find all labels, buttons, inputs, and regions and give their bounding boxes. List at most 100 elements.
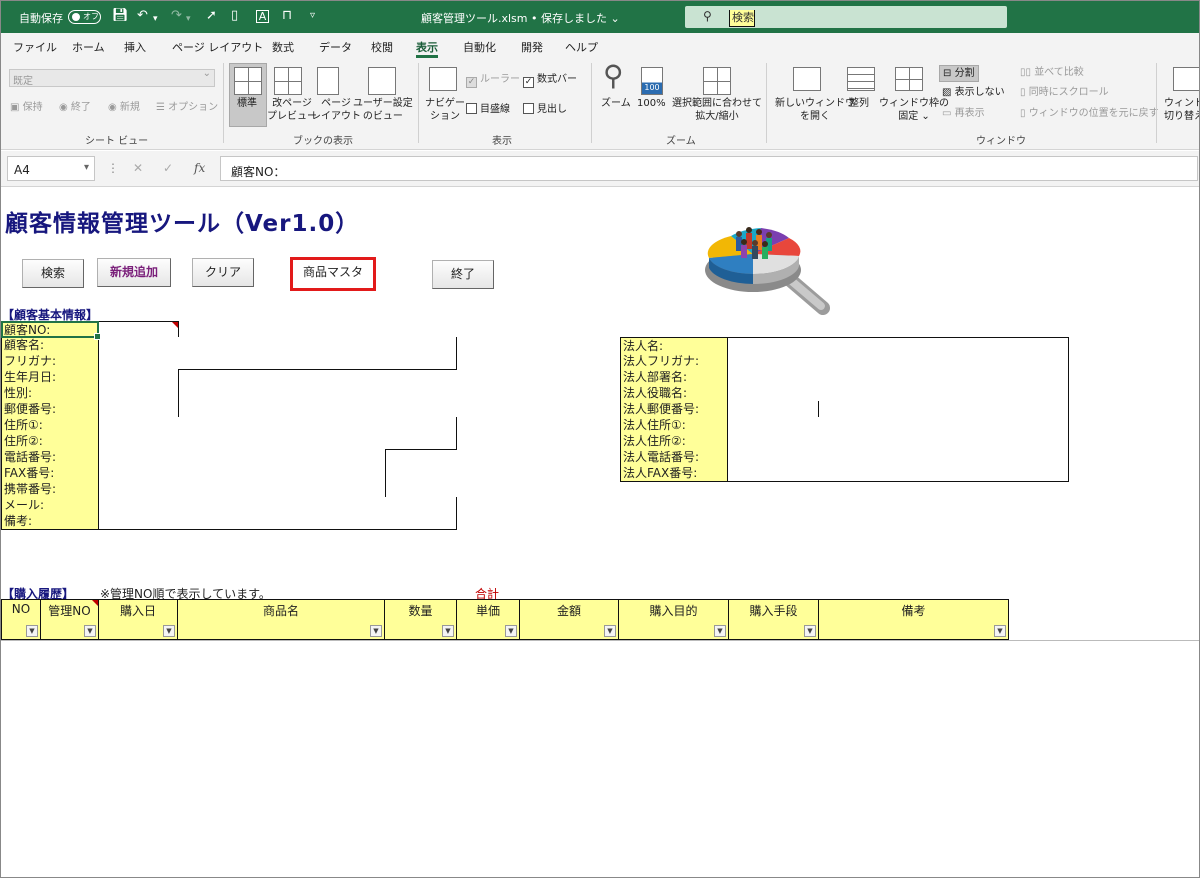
corp-field-input[interactable] <box>728 433 1069 450</box>
filter-dropdown-icon[interactable]: ▼ <box>442 625 454 637</box>
tab-home[interactable]: ホーム <box>72 39 105 55</box>
sheet-view-select[interactable]: 既定 <box>9 68 215 87</box>
arrange-all-button[interactable]: 整列 <box>849 97 869 110</box>
sheet-view-new-button[interactable]: ◉ 新規 <box>108 101 140 114</box>
tab-automate[interactable]: 自動化 <box>463 39 496 55</box>
split-button[interactable]: ⊟ 分割 <box>939 65 979 82</box>
headings-checkbox[interactable]: 見出し <box>523 103 567 116</box>
filter-dropdown-icon[interactable]: ▼ <box>26 625 38 637</box>
basic-field-input[interactable] <box>99 449 386 466</box>
basic-field-input[interactable] <box>99 353 457 370</box>
enter-icon[interactable]: ✓ <box>163 161 173 175</box>
filter-dropdown-icon[interactable]: ▼ <box>994 625 1006 637</box>
save-icon[interactable]: 💾︎ <box>112 8 129 24</box>
filter-dropdown-icon[interactable]: ▼ <box>163 625 175 637</box>
clear-button[interactable]: クリア <box>192 258 254 287</box>
sheet-view-options-button[interactable]: ☰ オプション <box>156 101 218 114</box>
corp-field-input[interactable] <box>728 417 1069 434</box>
gridlines-checkbox[interactable]: 目盛線 <box>466 103 510 116</box>
exit-button[interactable]: 終了 <box>432 260 494 289</box>
corp-field-input[interactable] <box>819 401 1069 418</box>
basic-field-input[interactable] <box>99 481 386 498</box>
custom-views-button[interactable]: ユーザー設定 のビュー <box>353 97 413 123</box>
insert-function-icon[interactable]: fx <box>194 161 205 175</box>
filter-dropdown-icon[interactable]: ▼ <box>505 625 517 637</box>
name-box[interactable]: A4 <box>7 156 95 181</box>
view-side-by-side-button[interactable]: ▯▯ 並べて比較 <box>1020 66 1084 79</box>
zoom-100-button[interactable]: 100% <box>637 97 666 110</box>
corp-field-input[interactable] <box>728 369 1069 386</box>
corp-field-input[interactable] <box>728 449 1069 466</box>
group-label-show: 表示 <box>492 136 512 147</box>
corp-field-input[interactable] <box>728 465 1069 482</box>
corp-field-input[interactable] <box>728 385 1069 402</box>
filter-dropdown-icon[interactable]: ▼ <box>370 625 382 637</box>
tab-file[interactable]: ファイル <box>13 39 57 55</box>
corp-field-label: 法人役職名: <box>620 385 728 402</box>
normal-view-label: 標準 <box>237 98 257 109</box>
tab-page-layout[interactable]: ページ レイアウト <box>172 39 263 55</box>
document-icon[interactable]: ▯ <box>231 8 238 24</box>
basic-field-input[interactable] <box>99 513 457 530</box>
formula-input[interactable]: 顧客NO： <box>220 156 1198 181</box>
corp-field-input[interactable] <box>728 401 819 418</box>
unhide-button[interactable]: ▭ 再表示 <box>942 107 985 120</box>
custom-view-icon <box>368 67 396 95</box>
corp-field-input[interactable] <box>728 353 1069 370</box>
ruler-checkbox[interactable]: ✓ ルーラー <box>466 73 520 88</box>
basic-field-input[interactable] <box>99 385 179 402</box>
filter-dropdown-icon[interactable]: ▼ <box>714 625 726 637</box>
tab-review[interactable]: 校閲 <box>371 39 393 55</box>
tab-insert[interactable]: 挿入 <box>124 39 146 55</box>
filter-dropdown-icon[interactable]: ▼ <box>804 625 816 637</box>
corp-field-input[interactable] <box>728 337 1069 354</box>
basic-field-input[interactable] <box>99 401 179 418</box>
worksheet[interactable]: 顧客情報管理ツール（Ver1.0） 検索 新規追加 クリア 商品マスタ 終了 【… <box>1 188 1199 877</box>
formula-bar-checkbox[interactable]: ✓ 数式バー <box>523 73 577 88</box>
filter-dropdown-icon[interactable]: ▼ <box>604 625 616 637</box>
tab-data[interactable]: データ <box>319 39 352 55</box>
hide-button[interactable]: ▨ 表示しない <box>942 86 1005 99</box>
basic-field-input[interactable] <box>99 369 179 386</box>
add-customer-button[interactable]: 新規追加 <box>97 258 171 287</box>
sync-scroll-icon: ▯ <box>1020 87 1029 98</box>
basic-field-label: 住所①: <box>1 417 99 434</box>
filter-dropdown-icon[interactable]: ▼ <box>84 625 96 637</box>
tab-developer[interactable]: 開発 <box>521 39 543 55</box>
sheet-view-exit-button[interactable]: ◉ 終了 <box>59 101 91 114</box>
freeze-panes-button[interactable]: ウィンドウ枠の 固定 ⌄ <box>879 97 949 123</box>
navigation-button[interactable]: ナビゲー ション <box>425 97 465 123</box>
cursor-icon[interactable]: ➚ <box>206 8 217 24</box>
page-break-preview-button[interactable]: 改ページ プレビュー <box>267 97 317 123</box>
sheet-view-keep-button[interactable]: ▣ 保持 <box>10 101 43 114</box>
search-button[interactable]: 検索 <box>22 259 84 288</box>
redo-icon[interactable]: ↷ <box>171 8 182 24</box>
basic-field-input[interactable] <box>99 433 457 450</box>
zoom-to-selection-button[interactable]: 選択範囲に合わせて 拡大/縮小 <box>672 97 762 123</box>
zoom-button[interactable]: ズーム <box>601 97 631 110</box>
undo-dropdown-icon[interactable]: ▾ <box>153 11 158 27</box>
new-window-button[interactable]: 新しいウィンドウ を開く <box>775 97 855 123</box>
synchronous-scroll-button[interactable]: ▯ 同時にスクロール <box>1020 86 1109 99</box>
reset-window-position-button[interactable]: ▯ ウィンドウの位置を元に戻す <box>1020 107 1159 120</box>
search-box[interactable]: ⚲ 検索 <box>685 6 1007 28</box>
switch-windows-button[interactable]: ウィンドウの切り替え <box>1164 97 1199 123</box>
lock-icon[interactable]: ⊓ <box>282 8 292 24</box>
text-box-icon[interactable]: A <box>256 10 269 23</box>
basic-field-input[interactable] <box>99 417 457 434</box>
basic-field-input[interactable] <box>99 321 179 338</box>
basic-field-input[interactable] <box>99 497 457 514</box>
tab-help[interactable]: ヘルプ <box>565 39 598 55</box>
excel-window: 自動保存 オフ 💾︎ ↶ ▾ ↷ ▾ ➚ ▯ A ⊓ ▿ 顧客管理ツール.xls… <box>0 0 1200 878</box>
tab-formulas[interactable]: 数式 <box>272 39 294 55</box>
tab-view[interactable]: 表示 <box>416 39 438 58</box>
customize-qat-icon[interactable]: ▿ <box>310 8 315 24</box>
basic-field-input[interactable] <box>99 337 457 354</box>
window-title[interactable]: 顧客管理ツール.xlsm • 保存しました ⌄ <box>421 10 620 26</box>
autosave-toggle[interactable]: オフ <box>68 10 101 24</box>
switch-windows-icon <box>1173 67 1199 91</box>
redo-dropdown-icon[interactable]: ▾ <box>186 11 191 27</box>
basic-field-input[interactable] <box>99 465 386 482</box>
cancel-icon[interactable]: ✕ <box>133 161 143 175</box>
undo-icon[interactable]: ↶ <box>137 8 148 24</box>
